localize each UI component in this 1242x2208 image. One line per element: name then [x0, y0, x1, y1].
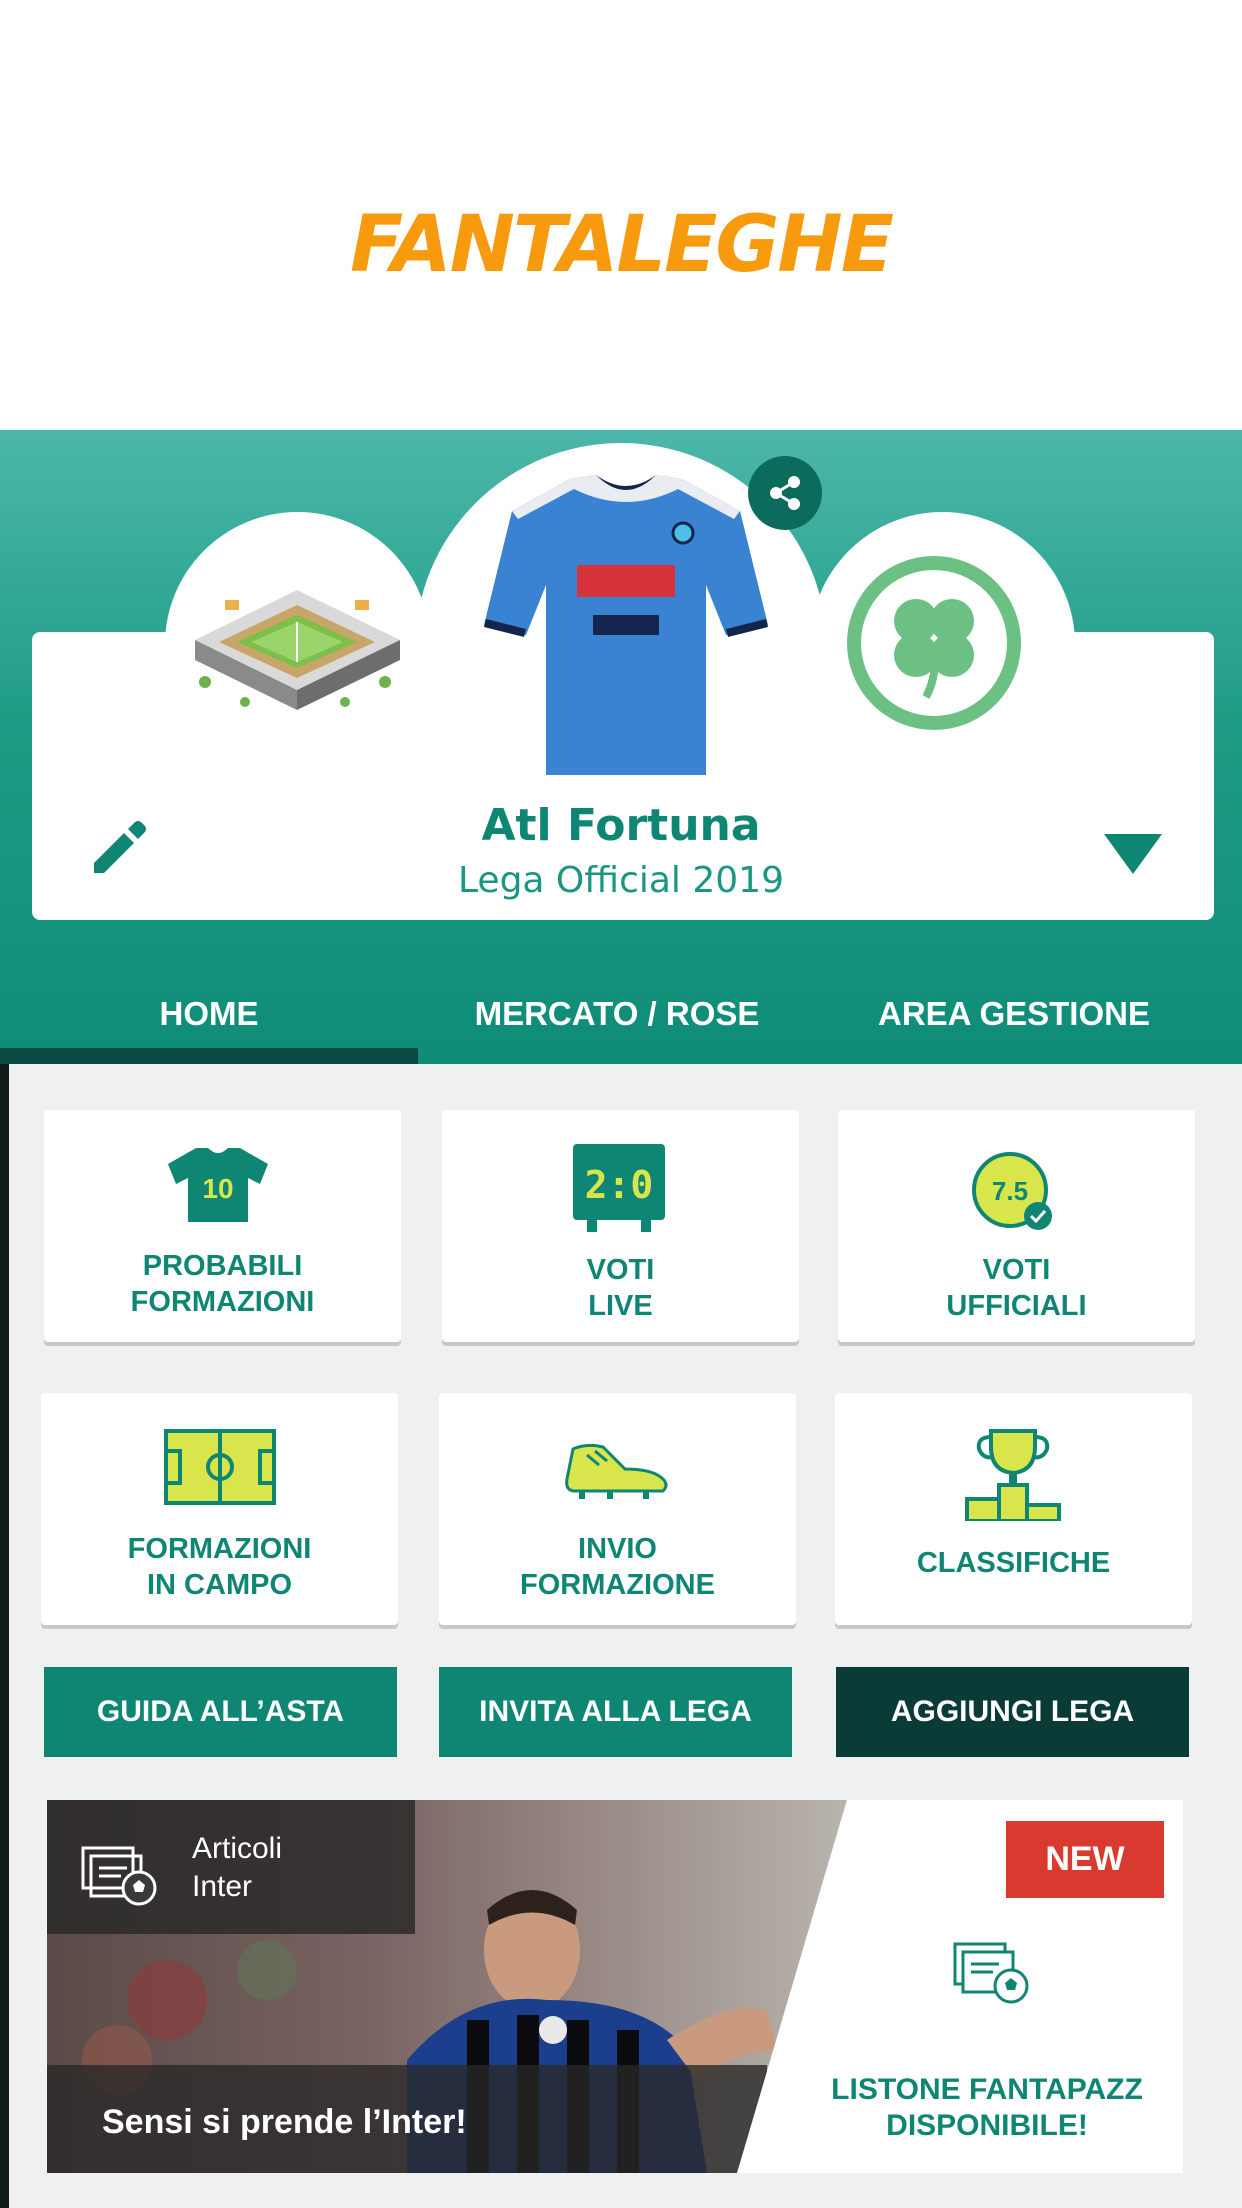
active-tab-indicator: [0, 1048, 418, 1064]
boot-icon: [565, 1443, 668, 1499]
listone-promo[interactable]: LISTONE FANTAPAZZ DISPONIBILE!: [787, 2072, 1183, 2144]
trophy-podium-icon: [965, 1429, 1061, 1521]
tile-label: VOTI LIVE: [586, 1254, 655, 1322]
svg-text:10: 10: [202, 1173, 233, 1204]
tab-home[interactable]: HOME: [0, 995, 418, 1045]
news-banner[interactable]: Articoli Inter Sensi si prende l’Inter! …: [47, 1800, 1183, 2173]
share-icon: [770, 476, 800, 510]
tile-label: FORMAZIONI IN CAMPO: [127, 1533, 312, 1601]
article-category: Articoli Inter: [192, 1832, 283, 1903]
scoreboard-icon: 2:0: [573, 1144, 665, 1232]
listone-icon: [953, 1942, 1029, 2004]
invita-lega-button[interactable]: INVITA ALLA LEGA: [439, 1667, 792, 1757]
grade-badge-icon: 7.5: [972, 1152, 1052, 1230]
tile-voti-live[interactable]: 2:0 VOTI LIVE: [442, 1110, 799, 1342]
tab-mercato-rose[interactable]: MERCATO / ROSE: [418, 995, 816, 1045]
pitch-icon: [164, 1429, 276, 1505]
tile-voti-ufficiali[interactable]: 7.5 VOTI UFFICIALI: [838, 1110, 1195, 1342]
clover-badge-icon[interactable]: [846, 555, 1022, 731]
tab-area-gestione[interactable]: AREA GESTIONE: [816, 995, 1212, 1045]
share-button[interactable]: [748, 456, 822, 530]
jersey-icon[interactable]: [478, 475, 774, 775]
stadium-icon[interactable]: [185, 570, 410, 720]
tile-invio-formazione[interactable]: INVIO FORMAZIONE: [439, 1393, 796, 1625]
tile-probabili-formazioni[interactable]: 10 PROBABILI FORMAZIONI: [44, 1110, 401, 1342]
tile-label: VOTI UFFICIALI: [946, 1254, 1087, 1322]
articles-ball-icon: [81, 1846, 157, 1906]
league-name[interactable]: Lega Official 2019: [0, 860, 1242, 901]
tile-label: PROBABILI FORMAZIONI: [130, 1250, 315, 1318]
team-name: Atl Fortuna: [481, 800, 761, 851]
guida-asta-button[interactable]: GUIDA ALL’ASTA: [44, 1667, 397, 1757]
tile-formazioni-in-campo[interactable]: FORMAZIONI IN CAMPO: [41, 1393, 398, 1625]
shirt-10-icon: 10: [168, 1148, 268, 1222]
svg-text:2:0: 2:0: [585, 1163, 654, 1207]
svg-text:7.5: 7.5: [992, 1176, 1028, 1206]
aggiungi-lega-button[interactable]: AGGIUNGI LEGA: [836, 1667, 1189, 1757]
new-badge: NEW: [1006, 1821, 1164, 1898]
news-headline[interactable]: Sensi si prende l’Inter!: [102, 2103, 467, 2142]
tile-classifiche[interactable]: CLASSIFICHE: [835, 1393, 1192, 1625]
app-logo: FANTALEGHE: [350, 200, 894, 290]
tile-label: INVIO FORMAZIONE: [520, 1533, 715, 1601]
tile-label: CLASSIFICHE: [916, 1547, 1111, 1579]
